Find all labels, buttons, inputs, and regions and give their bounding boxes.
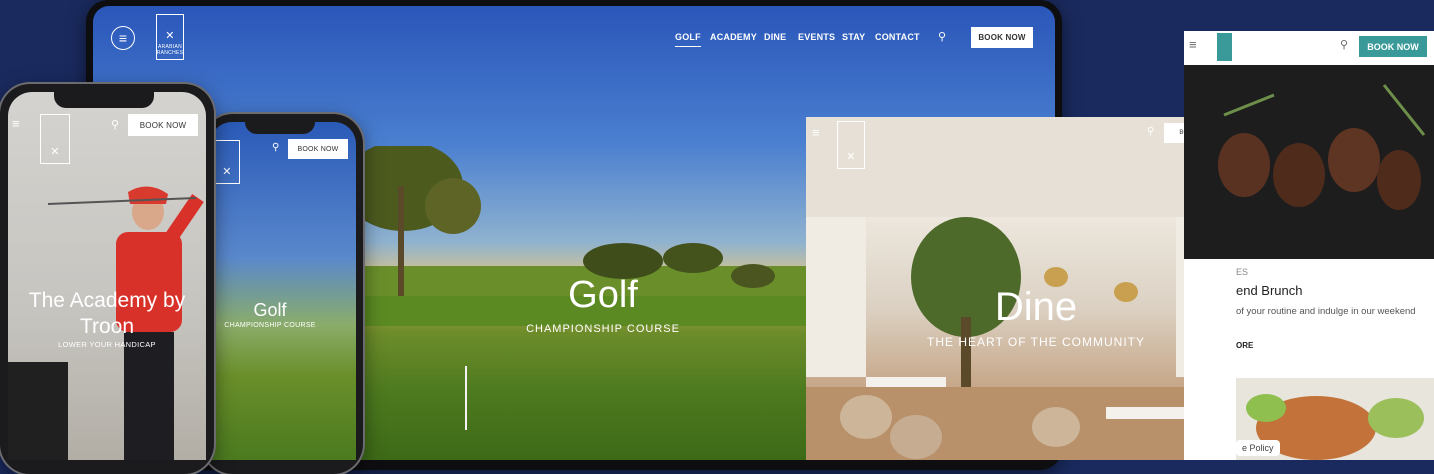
card-text: of your routine and indulge in our weeke… xyxy=(1236,306,1416,317)
menu-icon[interactable]: ≡ xyxy=(812,125,820,140)
crest-icon: ✕ xyxy=(846,151,856,163)
card-tag: ES xyxy=(1236,267,1249,277)
chair xyxy=(1032,407,1080,447)
golfer-photo xyxy=(8,186,204,460)
search-icon[interactable]: ⚲ xyxy=(938,30,946,43)
phone-left-notch xyxy=(54,92,154,108)
pendant-lamp xyxy=(1044,267,1068,287)
phone-mid-notch xyxy=(245,122,315,134)
crest-icon: ✕ xyxy=(50,146,60,158)
hero-title: Dine xyxy=(994,285,1078,329)
mobile-site-panel: ≡ ⚲ BOOK NOW ES end Brunch of your routi… xyxy=(1184,31,1434,460)
book-now-button[interactable]: BOOK NOW xyxy=(971,27,1033,48)
club-logo[interactable]: ✕ ARABIAN RANCHES xyxy=(156,14,184,60)
chair xyxy=(840,395,892,439)
book-now-button[interactable]: BOOK NOW xyxy=(288,139,348,159)
search-icon[interactable]: ⚲ xyxy=(1147,126,1154,137)
nav-dine[interactable]: DINE xyxy=(764,32,786,42)
lamb-chops xyxy=(1218,84,1426,210)
nav-golf[interactable]: GOLF xyxy=(675,32,701,47)
food-image xyxy=(1184,65,1434,259)
hero-title: Golf xyxy=(253,300,287,320)
phone-left-screen: ≡ ✕ ⚲ BOOK NOW The Academy by Troon LOWE… xyxy=(8,92,206,460)
menu-icon: ≡ xyxy=(118,30,128,46)
hero-title: Golf xyxy=(568,274,638,316)
card-title: end Brunch xyxy=(1236,283,1303,298)
table xyxy=(1106,407,1196,419)
book-now-button[interactable]: BOOK NOW xyxy=(128,114,198,136)
nav-events[interactable]: EVENTS xyxy=(798,32,835,42)
menu-icon[interactable]: ≡ xyxy=(1189,37,1197,52)
tree xyxy=(425,178,481,234)
card-link[interactable]: ORE xyxy=(1236,341,1253,350)
chair xyxy=(890,415,942,459)
tree xyxy=(663,243,723,273)
nav-contact[interactable]: CONTACT xyxy=(875,32,920,42)
hero-subtitle: CHAMPIONSHIP COURSE xyxy=(224,322,316,329)
club-logo[interactable]: ✕ xyxy=(837,121,865,169)
crest-icon: ✕ xyxy=(222,166,232,178)
table xyxy=(866,377,946,387)
club-logo[interactable]: ✕ xyxy=(40,114,70,164)
menu-icon[interactable]: ≡ xyxy=(12,116,20,131)
search-icon[interactable]: ⚲ xyxy=(272,142,279,153)
menu-button[interactable]: ≡ xyxy=(111,26,135,50)
hero-subtitle: LOWER YOUR HANDICAP xyxy=(58,340,156,349)
book-now-button[interactable]: BOOK NOW xyxy=(1359,36,1427,57)
club-logo[interactable] xyxy=(1217,33,1232,61)
dine-panel: ≡ ✕ ⚲ BOOK NOW Dine THE HEART OF THE COM… xyxy=(806,117,1238,460)
hero-title: The Academy by Troon xyxy=(28,289,186,338)
crest-icon: ✕ xyxy=(165,30,175,42)
flag-pin xyxy=(465,366,467,430)
tree xyxy=(731,264,775,288)
hero-subtitle: CHAMPIONSHIP COURSE xyxy=(526,323,680,335)
search-icon[interactable]: ⚲ xyxy=(1340,38,1348,51)
club-logo[interactable]: ✕ xyxy=(214,140,240,184)
nav-academy[interactable]: ACADEMY xyxy=(710,32,757,42)
hero-subtitle: THE HEART OF THE COMMUNITY xyxy=(926,335,1145,349)
policy-tab[interactable]: e Policy xyxy=(1236,440,1280,456)
tree-trunk xyxy=(398,186,404,296)
nav-stay[interactable]: STAY xyxy=(842,32,865,42)
search-icon[interactable]: ⚲ xyxy=(111,118,119,131)
phone-mid-screen: ✕ ⚲ BOOK NOW Golf CHAMPIONSHIP COURSE xyxy=(210,122,356,460)
